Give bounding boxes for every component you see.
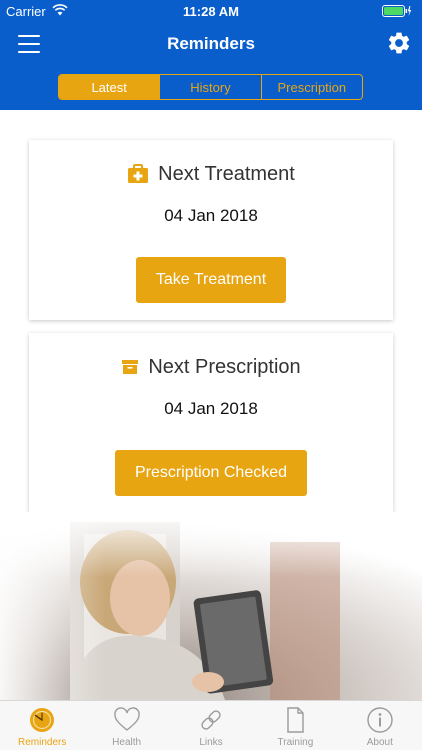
archive-box-icon: [122, 360, 139, 374]
tab-links[interactable]: Links: [169, 701, 253, 750]
tab-about[interactable]: About: [338, 701, 422, 750]
prescription-checked-button[interactable]: Prescription Checked: [115, 450, 307, 496]
link-icon: [201, 710, 221, 730]
next-treatment-card: Next Treatment 04 Jan 2018 Take Treatmen…: [29, 140, 393, 320]
battery-icon: [382, 5, 412, 17]
tab-label: Reminders: [18, 737, 67, 748]
settings-gear-icon[interactable]: [386, 30, 412, 56]
document-icon: [287, 707, 305, 733]
first-aid-kit-icon: [128, 164, 149, 183]
navigation-bar: Reminders: [0, 22, 422, 66]
app-header: Carrier 11:28 AM Reminders Latest Histor…: [0, 0, 422, 110]
tab-label: Health: [112, 737, 142, 748]
segment-latest[interactable]: Latest: [59, 75, 160, 99]
page-title: Reminders: [167, 34, 255, 53]
card-title: Next Treatment: [158, 162, 295, 185]
tab-health[interactable]: Health: [84, 701, 168, 750]
tab-label: About: [366, 737, 393, 748]
next-prescription-card: Next Prescription 04 Jan 2018 Prescripti…: [29, 333, 393, 513]
bottom-tab-bar: Reminders Health Links Training About: [0, 700, 422, 750]
status-time: 11:28 AM: [183, 4, 239, 19]
tab-label: Links: [199, 737, 223, 748]
segment-history[interactable]: History: [159, 75, 260, 99]
segment-prescription[interactable]: Prescription: [260, 75, 362, 99]
woman-with-tablet-photo: [0, 512, 422, 700]
clock-icon: [30, 708, 55, 732]
card-header: Next Prescription: [29, 353, 393, 381]
tab-training[interactable]: Training: [253, 701, 337, 750]
next-treatment-date: 04 Jan 2018: [164, 206, 258, 225]
reminder-view-segmented-control: Latest History Prescription: [58, 74, 363, 100]
tab-reminders[interactable]: Reminders: [0, 701, 84, 750]
next-prescription-date: 04 Jan 2018: [164, 399, 258, 418]
card-title: Next Prescription: [148, 355, 301, 378]
tab-label: Training: [277, 737, 314, 748]
heart-icon: [113, 707, 140, 731]
info-icon: [367, 707, 393, 733]
card-header: Next Treatment: [29, 160, 393, 188]
take-treatment-button[interactable]: Take Treatment: [136, 257, 286, 303]
status-bar: Carrier 11:28 AM: [0, 0, 422, 22]
